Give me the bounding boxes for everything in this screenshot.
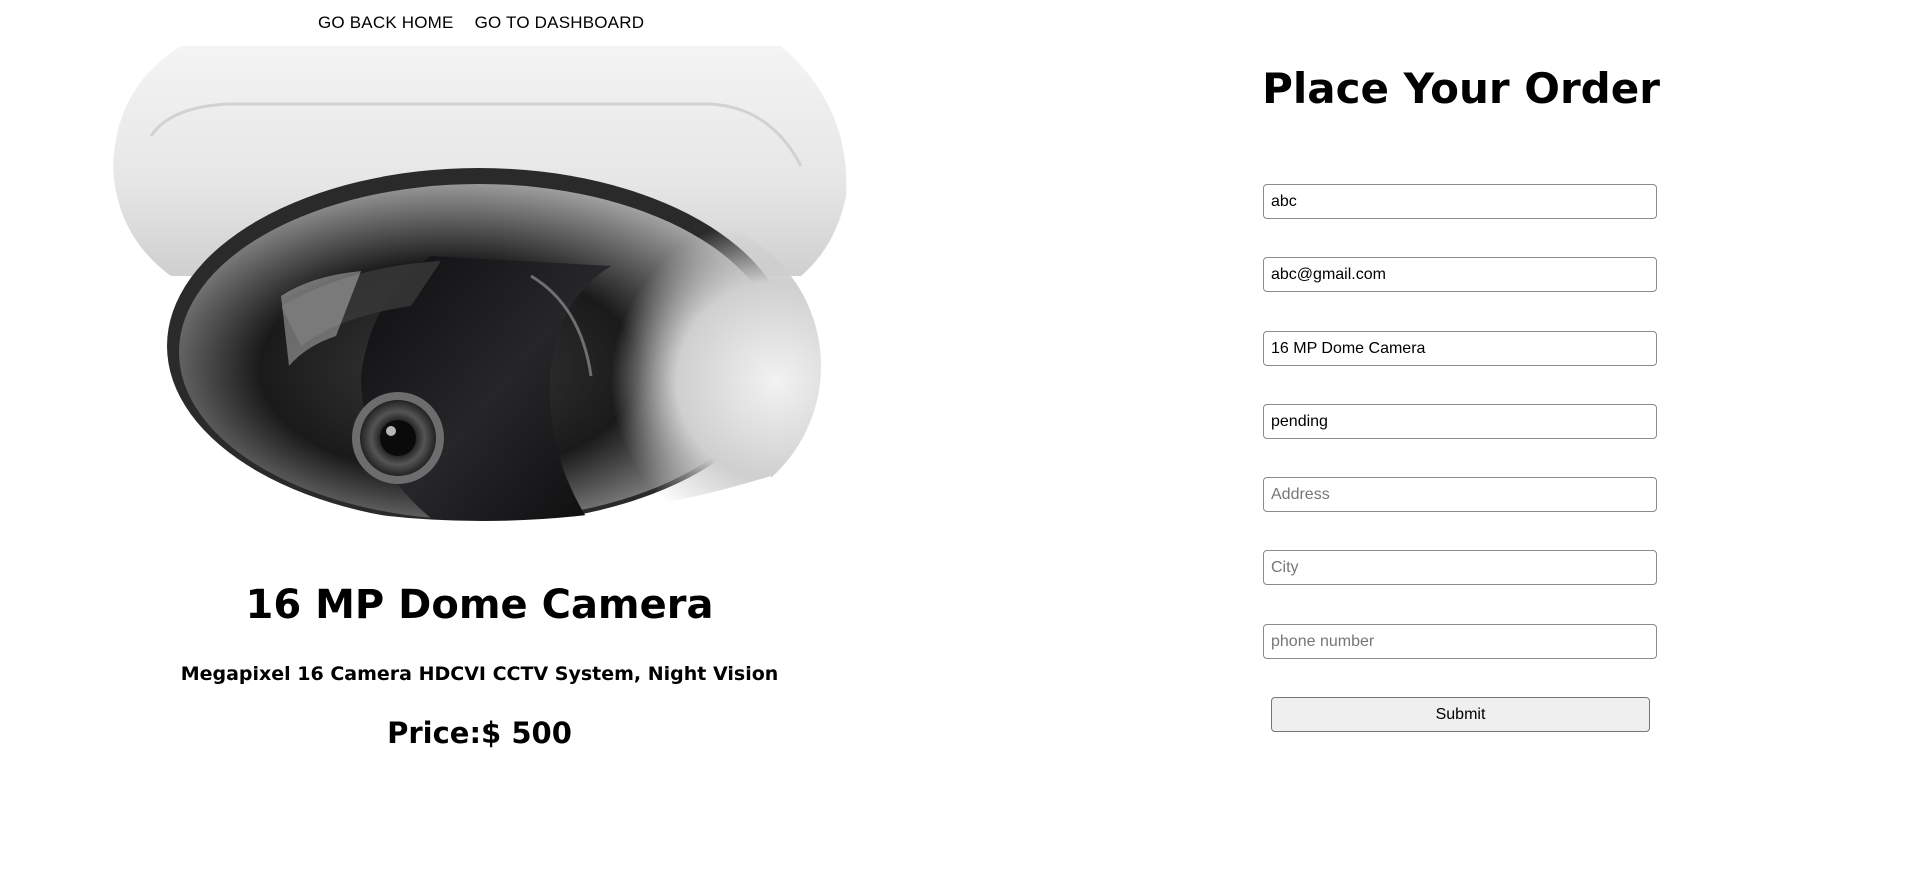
status-field[interactable] (1263, 404, 1657, 439)
email-field[interactable] (1263, 257, 1657, 292)
top-nav: GO BACK HOME GO TO DASHBOARD (318, 10, 644, 36)
name-field[interactable] (1263, 184, 1657, 219)
go-back-home-link[interactable]: GO BACK HOME (318, 10, 454, 36)
address-field[interactable] (1263, 477, 1657, 512)
order-heading: Place Your Order (1262, 64, 1660, 113)
go-to-dashboard-link[interactable]: GO TO DASHBOARD (475, 10, 645, 36)
product-name-field[interactable] (1263, 331, 1657, 366)
product-price: Price:$ 500 (387, 716, 572, 750)
submit-button[interactable]: Submit (1271, 697, 1650, 732)
product-description: Megapixel 16 Camera HDCVI CCTV System, N… (180, 663, 779, 685)
product-title: 16 MP Dome Camera (245, 582, 714, 628)
phone-number-field[interactable] (1263, 624, 1657, 659)
city-field[interactable] (1263, 550, 1657, 585)
dome-camera-image (111, 46, 848, 552)
